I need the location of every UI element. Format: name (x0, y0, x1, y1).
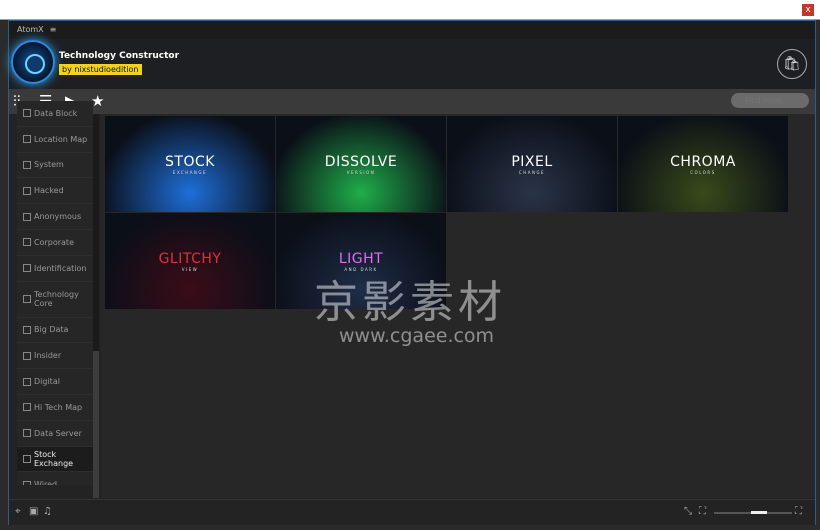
sidebar-item[interactable]: Identification (17, 256, 93, 282)
preset-title: PIXEL (511, 153, 553, 170)
ae-file-icon (23, 160, 31, 169)
preset-subtitle: EXCHANGE (172, 169, 208, 175)
zoom-slider[interactable] (714, 511, 792, 514)
sidebar-item[interactable]: Location Map (17, 127, 93, 153)
ae-file-icon (23, 295, 31, 304)
sidebar-item[interactable]: Insider (17, 343, 93, 370)
sidebar-scrollbar[interactable] (93, 114, 99, 498)
atom-logo-icon (11, 40, 55, 84)
shopping-bag-button[interactable]: 🛍 (777, 49, 807, 79)
shrink-icon[interactable]: ⤡ (684, 506, 692, 517)
sidebar-item[interactable]: Hi Tech Map (17, 395, 93, 421)
preset-thumbnail[interactable]: GLITCHY VIEW (105, 213, 275, 309)
sidebar-item[interactable]: Technology Core (17, 282, 93, 318)
preset-subtitle: COLORS (690, 169, 716, 175)
hamburger-icon[interactable]: ≡ (50, 25, 57, 34)
preset-subtitle: CHANGE (518, 169, 546, 175)
sidebar-item-label: Data Server (34, 428, 82, 438)
search-input[interactable] (731, 93, 809, 108)
sidebar-item[interactable]: Hacked (17, 178, 93, 205)
ae-file-icon (23, 403, 31, 412)
sidebar-item[interactable]: Stock Exchange (17, 446, 93, 473)
sidebar-item-label: Stock Exchange (34, 449, 74, 468)
header: Technology Constructor by nixstudioediti… (9, 39, 815, 89)
ae-file-icon (23, 212, 31, 221)
scrollbar-thumb[interactable] (93, 351, 99, 498)
sidebar-item[interactable]: Big Data (17, 318, 93, 344)
app-title: Technology Constructor (59, 51, 180, 61)
preset-thumbnail[interactable]: PIXEL CHANGE (447, 116, 617, 212)
ae-file-icon (23, 135, 31, 144)
expand-icon[interactable]: ⛶ (795, 506, 802, 517)
panel-title: AtomX (17, 25, 44, 34)
category-sidebar: Data Block Location Map System Hacked Anonym… (17, 101, 93, 485)
fit-icon[interactable]: ⛶ (699, 506, 706, 517)
sidebar-item[interactable]: System (17, 153, 93, 179)
star-icon[interactable]: ★ (91, 92, 104, 110)
sidebar-item-label: Hacked (34, 186, 64, 196)
ae-file-icon (23, 238, 31, 247)
preset-thumbnail[interactable]: STOCK EXCHANGE (105, 116, 275, 212)
ae-file-icon (23, 325, 31, 334)
sidebar-item-label: Insider (34, 351, 62, 361)
sidebar-item-label: Data Block (34, 108, 78, 118)
host-window-bar: x (0, 0, 820, 20)
sidebar-item[interactable]: Data Block (17, 101, 93, 127)
sidebar-item-label: Big Data (34, 325, 69, 335)
preset-thumbnail[interactable]: CHROMA COLORS (618, 116, 788, 212)
ae-file-icon (23, 377, 31, 386)
sidebar-item[interactable]: Data Server (17, 421, 93, 447)
sidebar-item-label: Corporate (34, 237, 74, 247)
footer: ⌖ ▣ ♫ ⤡ ⛶ ⛶ (9, 499, 815, 525)
preset-title: CHROMA (670, 153, 736, 170)
ae-file-icon (23, 264, 31, 273)
ae-file-icon (23, 454, 31, 463)
ae-file-icon (23, 429, 31, 438)
zoom-slider-knob[interactable] (751, 511, 768, 514)
watermark-url: www.cgaee.com (339, 325, 495, 347)
watermark-text: 京影素材 (314, 277, 506, 328)
preset-title: STOCK (165, 153, 215, 170)
sidebar-item-label: Wired (34, 480, 58, 485)
music-icon[interactable]: ♫ (43, 506, 52, 517)
sidebar-item-label: System (34, 160, 64, 170)
target-icon[interactable]: ⌖ (15, 506, 21, 517)
atomx-panel: AtomX ≡ Technology Constructor by nixstud… (8, 20, 816, 525)
preset-subtitle: VERSION (346, 169, 376, 175)
ae-file-icon (23, 186, 31, 195)
sidebar-item[interactable]: Wired (17, 472, 93, 485)
toolbar: ⫶⫶ ☰ ▶ ★ ⌕ (9, 89, 815, 114)
preset-title: LIGHT (338, 250, 384, 267)
preset-title: DISSOLVE (324, 153, 398, 170)
sidebar-item-label: Anonymous (34, 212, 82, 222)
author-badge: by nixstudioedition (59, 64, 142, 75)
ae-file-icon (23, 109, 31, 118)
sidebar-item-label: Digital (34, 377, 60, 387)
ae-file-icon (23, 351, 31, 360)
preset-title: GLITCHY (158, 250, 222, 267)
close-button[interactable]: x (802, 4, 814, 16)
ae-file-icon (23, 480, 31, 485)
preset-thumbnail[interactable]: DISSOLVE VERSION (276, 116, 446, 212)
sidebar-item-label: Location Map (34, 134, 88, 144)
sidebar-item[interactable]: Digital (17, 369, 93, 395)
sidebar-item[interactable]: Anonymous (17, 204, 93, 230)
play-icon[interactable]: ▣ (29, 506, 38, 517)
panel-titlebar: AtomX ≡ (9, 21, 815, 39)
sidebar-item-label: Identification (34, 263, 87, 273)
preset-subtitle: VIEW (181, 266, 199, 272)
sidebar-item[interactable]: Corporate (17, 230, 93, 256)
sidebar-item-label: Technology Core (34, 290, 79, 309)
sidebar-item-label: Hi Tech Map (34, 402, 83, 412)
